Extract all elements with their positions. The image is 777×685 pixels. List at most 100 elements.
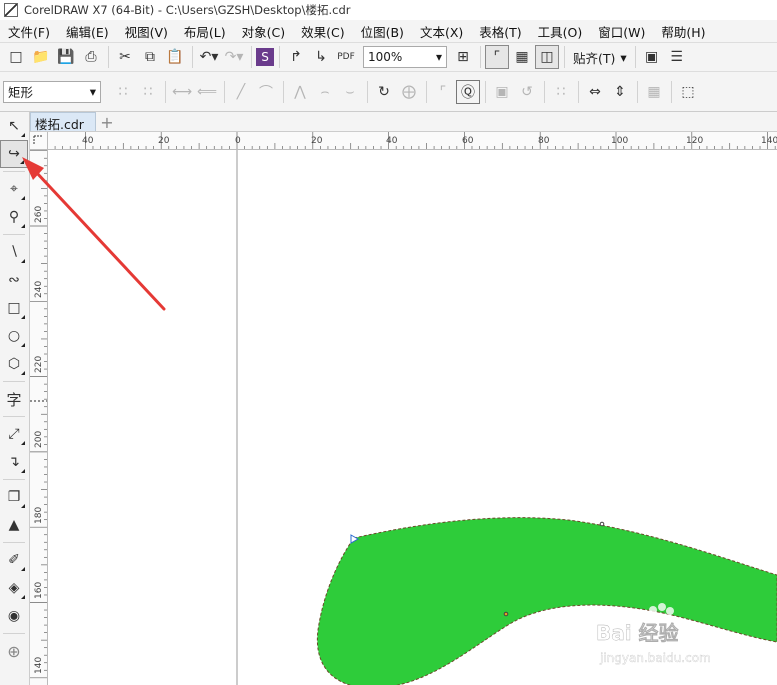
drawing-canvas[interactable]: Bai 经验 jingyan.baidu.com: [48, 150, 777, 685]
menu-edit[interactable]: 编辑(E): [58, 22, 117, 41]
freehand-tool[interactable]: ∖: [0, 238, 28, 266]
snap-to-dropdown[interactable]: 贴齐(T) ▾: [569, 48, 631, 67]
transparency-tool[interactable]: ▲: [0, 511, 28, 539]
open-folder-icon[interactable]: 📁: [29, 45, 53, 69]
polygon-icon: ⬡: [7, 356, 21, 372]
full-screen-preview-icon[interactable]: ⊞: [451, 45, 475, 69]
print-icon[interactable]: ⎙: [79, 45, 103, 69]
add-node-icon[interactable]: ∷: [111, 80, 135, 104]
convert-to-line-icon[interactable]: ╱: [229, 80, 253, 104]
menu-help[interactable]: 帮助(H): [653, 22, 713, 41]
vertical-ruler[interactable]: 260 240 220 200 180 160 140: [30, 150, 48, 685]
join-nodes-icon[interactable]: ⟷: [170, 80, 194, 104]
close-curve-icon[interactable]: Ⓠ: [456, 79, 480, 104]
save-icon[interactable]: 💾: [54, 45, 78, 69]
select-all-nodes-icon[interactable]: ⬚: [676, 80, 700, 104]
pointer-arrow-icon: ↖: [8, 118, 20, 134]
curve-node[interactable]: [503, 611, 509, 617]
undo-icon[interactable]: ↶▾: [197, 45, 221, 69]
menu-table[interactable]: 表格(T): [471, 22, 529, 41]
zoom-level-value: 100%: [368, 50, 403, 64]
h-ruler-label: 40: [82, 136, 94, 146]
polygon-tool[interactable]: ⬡: [0, 350, 28, 378]
interactive-fill-tool[interactable]: ◈: [0, 574, 28, 602]
publish-pdf-icon[interactable]: PDF: [334, 45, 358, 69]
menu-object[interactable]: 对象(C): [234, 22, 293, 41]
menu-view[interactable]: 视图(V): [117, 22, 176, 41]
mirror-vertical-icon[interactable]: ⇕: [608, 80, 632, 104]
connector-tool[interactable]: ↴: [0, 448, 28, 476]
ellipse-tool[interactable]: ○: [0, 322, 28, 350]
flyout-corner-icon: [21, 315, 25, 319]
horizontal-ruler[interactable]: 40 20 0 20 40 60 80 100 120 140: [48, 132, 777, 150]
menu-bitmaps[interactable]: 位图(B): [353, 22, 412, 41]
reduce-nodes-icon[interactable]: ▦: [642, 80, 666, 104]
reverse-direction-icon[interactable]: ↻: [372, 80, 396, 104]
import-icon[interactable]: ↱: [284, 45, 308, 69]
cut-icon[interactable]: ✂: [113, 45, 137, 69]
show-grid-icon[interactable]: ▦: [510, 45, 534, 69]
fill-bucket-icon: ◈: [8, 580, 20, 596]
show-rulers-icon[interactable]: ⌜: [485, 45, 509, 69]
menu-file[interactable]: 文件(F): [0, 22, 58, 41]
parallel-dimension-tool[interactable]: ⤢: [0, 420, 28, 448]
new-tab-plus-icon[interactable]: +: [98, 113, 116, 132]
rotate-nodes-icon[interactable]: ↺: [515, 80, 539, 104]
document-tab[interactable]: 楼拓.cdr: [30, 112, 96, 132]
export-icon[interactable]: ↳: [309, 45, 333, 69]
mirror-horizontal-icon[interactable]: ⇔: [583, 80, 607, 104]
artistic-media-tool[interactable]: ∾: [0, 266, 28, 294]
text-tool[interactable]: 字: [0, 385, 28, 413]
copy-icon[interactable]: ⧉: [138, 45, 162, 69]
toolbar-separator: [564, 46, 565, 68]
v-ruler-label: 140: [34, 657, 44, 674]
paste-icon[interactable]: 📋: [163, 45, 187, 69]
break-curve-icon[interactable]: ⟸: [195, 80, 219, 104]
delete-node-icon[interactable]: ∷: [136, 80, 160, 104]
smart-fill-tool[interactable]: ◉: [0, 602, 28, 630]
flyout-corner-icon: [20, 160, 24, 164]
ruler-origin-corner[interactable]: [30, 132, 48, 150]
extend-curve-icon[interactable]: ⨁: [397, 80, 421, 104]
stretch-nodes-icon[interactable]: ▣: [490, 80, 514, 104]
toolbar-separator: [637, 80, 638, 103]
crop-tool[interactable]: ⌖: [0, 175, 28, 203]
property-bar: 矩形 ▾ ∷ ∷ ⟷ ⟸ ╱ ⌒ ⋀ ⌢ ⌣ ↻ ⨁ ⌜ Ⓠ ▣ ↺ ∷ ⇔ ⇕…: [0, 72, 777, 112]
rectangle-tool[interactable]: □: [0, 294, 28, 322]
search-content-icon[interactable]: S: [256, 48, 274, 66]
rectangle-icon: □: [7, 300, 21, 316]
crop-icon: ⌖: [10, 181, 18, 197]
menu-layout[interactable]: 布局(L): [176, 22, 234, 41]
zoom-tool[interactable]: ⚲: [0, 203, 28, 231]
zoom-level-combo[interactable]: 100% ▾: [363, 46, 447, 68]
flyout-corner-icon: [21, 469, 25, 473]
eyedropper-tool[interactable]: ✐: [0, 546, 28, 574]
shape-type-select[interactable]: 矩形 ▾: [3, 80, 101, 103]
coreldraw-app-icon: [4, 3, 18, 17]
curve-node[interactable]: [599, 521, 605, 527]
cusp-node-icon[interactable]: ⋀: [288, 80, 312, 104]
new-document-icon[interactable]: □: [4, 45, 28, 69]
options-icon[interactable]: ▣: [640, 45, 664, 69]
menu-tools[interactable]: 工具(O): [530, 22, 591, 41]
show-guidelines-icon[interactable]: ◫: [535, 45, 559, 69]
convert-to-curve-icon[interactable]: ⌒: [254, 80, 278, 104]
drop-shadow-tool[interactable]: ❐: [0, 483, 28, 511]
h-ruler-label: 40: [386, 136, 398, 146]
standard-toolbar: □ 📁 💾 ⎙ ✂ ⧉ 📋 ↶▾ ↷▾ S ↱ ↳ PDF 100% ▾ ⊞ ⌜…: [0, 42, 777, 72]
pick-tool[interactable]: ↖: [0, 112, 28, 140]
application-launcher-icon[interactable]: ☰: [665, 45, 689, 69]
redo-icon[interactable]: ↷▾: [222, 45, 246, 69]
extract-subpath-icon[interactable]: ⌜: [431, 80, 455, 104]
menu-window[interactable]: 窗口(W): [590, 22, 653, 41]
symmetrical-node-icon[interactable]: ⌣: [338, 80, 362, 104]
menu-effects[interactable]: 效果(C): [293, 22, 352, 41]
chevron-down-icon: ▾: [620, 49, 627, 65]
shape-tool[interactable]: ↪: [0, 140, 28, 168]
flyout-corner-icon: [21, 343, 25, 347]
v-ruler-label: 220: [34, 356, 44, 373]
quick-customize-button[interactable]: ⊕: [0, 637, 28, 665]
align-nodes-icon[interactable]: ∷: [549, 80, 573, 104]
menu-text[interactable]: 文本(X): [412, 22, 471, 41]
smooth-node-icon[interactable]: ⌢: [313, 80, 337, 104]
